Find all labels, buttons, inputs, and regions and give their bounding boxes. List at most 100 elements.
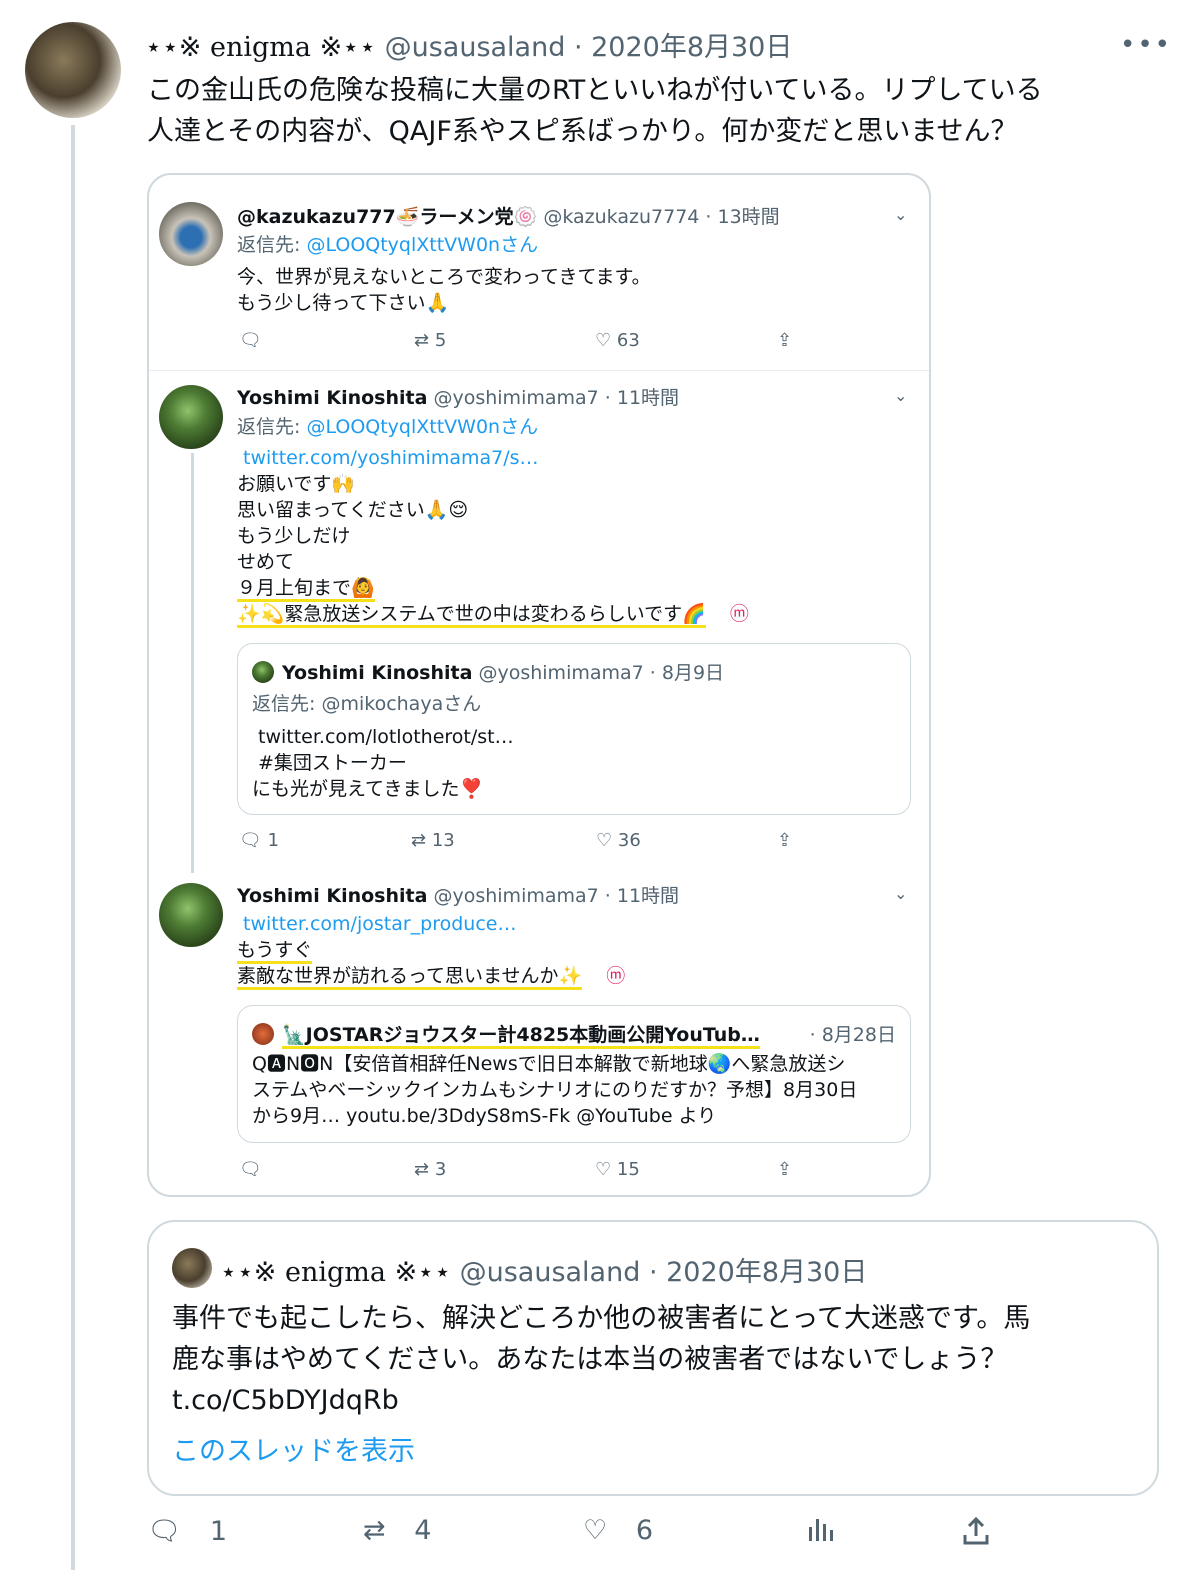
- reply-icon: 🗨: [239, 330, 262, 351]
- quote-reply-to: 返信先: @mikochayaさん: [252, 691, 481, 717]
- quote-handle: @yoshimimama7: [478, 662, 644, 684]
- tweet-actions: 🗨 1 ⇄ 4 ♡ 6: [0, 1515, 1178, 1565]
- quoted-text-line: 鹿な事はやめてください。あなたは本当の被害者ではないでしょう？: [172, 1344, 1008, 1375]
- retweet-icon: ⇄: [414, 330, 430, 351]
- share-icon: ⇪: [777, 330, 793, 351]
- heart-icon: ♡: [595, 1159, 612, 1180]
- thread-line: [191, 453, 194, 873]
- reply-text-line: 思い留まってください🙏😌: [237, 499, 469, 521]
- like-count-value: 36: [617, 830, 641, 851]
- reply-text-line-highlight: ９月上旬まで🙆: [237, 577, 375, 602]
- reply-text-line-highlight: もうすぐ: [237, 939, 313, 964]
- reply-to-handle: @LOOQtyqlXttVW0nさん: [306, 234, 539, 256]
- reply-to-prefix: 返信先:: [237, 234, 307, 256]
- chevron-down-icon: ⌄: [894, 386, 908, 405]
- quote-text-line: から9月… youtu.be/3DdyS8mS-Fk @YouTube より: [252, 1105, 717, 1127]
- heart-icon: ♡: [595, 330, 612, 351]
- analytics-icon: [809, 1519, 833, 1541]
- reply-text-line: せめて: [237, 551, 295, 573]
- like-count-value: 15: [616, 1159, 640, 1180]
- author-handle[interactable]: @usausaland: [385, 32, 566, 63]
- quote-text-line: #集団ストーカー: [258, 752, 407, 774]
- retweet-count-value: 5: [434, 330, 447, 351]
- retweet-count-value: 13: [431, 830, 455, 851]
- thread-line: [71, 125, 75, 1570]
- reply-to-handle: @LOOQtyqlXttVW0nさん: [306, 416, 539, 438]
- chevron-down-icon: ⌄: [894, 205, 908, 224]
- quote-author-name: Yoshimi Kinoshita: [282, 662, 473, 684]
- reply-icon: 🗨: [239, 830, 262, 851]
- reply-to: 返信先: @LOOQtyqlXttVW0nさん: [237, 232, 538, 258]
- retweet-icon: ⇄: [411, 830, 427, 851]
- quote-author-name: 🗽JOSTARジョウスター計4825本動画公開YouTub…: [282, 1024, 760, 1049]
- avatar[interactable]: [25, 22, 121, 118]
- share-icon: ⇪: [777, 1159, 793, 1180]
- quote-text: Q🅰N🅾N【安倍首相辞任Newsで旧日本解散で新地球🌏へ緊急放送シ ステムやベー…: [252, 1051, 857, 1129]
- share-icon: [963, 1516, 989, 1545]
- tweet-text-line: 人達とその内容が、QAJF系やスピ系ばっかり。何か変だと思いません？: [147, 116, 1018, 147]
- quote-text-line: Q🅰N🅾N【安倍首相辞任Newsで旧日本解散で新地球🌏へ緊急放送シ: [252, 1053, 846, 1075]
- m-badge-icon: ⓜ: [729, 603, 749, 625]
- share-icon: ⇪: [777, 830, 793, 851]
- like-button[interactable]: ♡ 6: [583, 1515, 653, 1546]
- quoted-tweet-text: 事件でも起こしたら、解決どころか他の被害者にとって大迷惑です。馬 鹿な事はやめて…: [172, 1298, 1147, 1421]
- reply-author-name-suffix: 🍜ラーメン党🍥: [395, 206, 538, 228]
- quote-header: Yoshimi Kinoshita @yoshimimama7 · 8月9日: [252, 658, 724, 685]
- reply-header: Yoshimi Kinoshita @yoshimimama7 · 11時間: [237, 383, 679, 410]
- like-count: ♡ 36: [596, 830, 641, 851]
- reply-count: 1: [209, 1516, 228, 1547]
- analytics-button[interactable]: [805, 1515, 835, 1552]
- retweet-count: ⇄ 13: [411, 830, 455, 851]
- m-badge-icon: ⓜ: [606, 965, 626, 987]
- retweet-icon: ⇄: [414, 1159, 430, 1180]
- divider: [149, 370, 929, 371]
- author-name[interactable]: ⋆⋆※ enigma ※⋆⋆: [145, 32, 376, 63]
- reply-count-value: 1: [267, 830, 280, 851]
- reply-header: @kazukazu777🍜ラーメン党🍥 @kazukazu7774 · 13時間: [237, 202, 780, 229]
- reply-link: twitter.com/yoshimimama7/s…: [243, 447, 539, 469]
- quoted-tweet-header: ⋆⋆※ enigma ※⋆⋆ @usausaland · 2020年8月30日: [220, 1250, 867, 1289]
- avatar: [172, 1248, 212, 1288]
- reply-text-line: もう少しだけ: [237, 525, 351, 547]
- reply-text-line: 今、世界が見えないところで変わってきてます。: [237, 266, 651, 288]
- reply-text: もうすぐ 素敵な世界が訪れるって思いませんか✨ ⓜ: [237, 937, 626, 990]
- retweet-count-value: 3: [434, 1159, 447, 1180]
- reply-text-line-highlight: ✨💫緊急放送システムで世の中は変わるらしいです🌈: [237, 603, 706, 628]
- show-thread-link[interactable]: このスレッドを表示: [172, 1429, 415, 1468]
- tweet-header: ⋆⋆※ enigma ※⋆⋆ @usausaland · 2020年8月30日: [145, 25, 792, 64]
- reply-text: 今、世界が見えないところで変わってきてます。 もう少し待って下さい🙏: [237, 264, 651, 316]
- reply-to-handle: @mikochayaさん: [321, 693, 482, 715]
- reply-text-line: もう少し待って下さい🙏: [237, 292, 450, 314]
- share-button[interactable]: [960, 1515, 992, 1554]
- tweet-date[interactable]: · 2020年8月30日: [574, 32, 792, 63]
- avatar: [159, 883, 223, 947]
- reply-handle: @kazukazu7774: [543, 206, 700, 228]
- quote-text: twitter.com/lotlotherot/st… #集団ストーカー にも光…: [252, 724, 514, 802]
- reply-to-prefix: 返信先:: [237, 416, 307, 438]
- quoted-date: · 2020年8月30日: [648, 1257, 868, 1288]
- tweet-text-line: この金山氏の危険な投稿に大量のRTといいねが付いている。リプしている: [147, 75, 1043, 106]
- reply-handle: @yoshimimama7: [433, 885, 599, 907]
- like-count: ♡ 63: [595, 330, 640, 351]
- reply-author-name: @kazukazu777: [237, 206, 396, 228]
- like-count-value: 63: [616, 330, 640, 351]
- reply-icon: 🗨: [147, 1516, 182, 1547]
- quote-date: · 8月28日: [809, 1024, 896, 1046]
- retweet-count: ⇄ 3: [414, 1159, 446, 1180]
- avatar: [252, 661, 274, 683]
- tweet-text: この金山氏の危険な投稿に大量のRTといいねが付いている。リプしている 人達とその…: [147, 70, 1157, 152]
- retweet-count: ⇄ 5: [414, 330, 446, 351]
- reply-button[interactable]: 🗨 1: [147, 1515, 227, 1547]
- embedded-screenshot[interactable]: @kazukazu777🍜ラーメン党🍥 @kazukazu7774 · 13時間…: [147, 173, 931, 1197]
- reply-text-line: お願いです🙌: [237, 473, 356, 495]
- quoted-text-link: t.co/C5bDYJdqRb: [172, 1385, 399, 1416]
- reply-time: · 11時間: [604, 885, 680, 907]
- reply-time: · 13時間: [705, 206, 780, 228]
- reply-text-line-highlight: 素敵な世界が訪れるって思いませんか✨: [237, 965, 583, 990]
- quote-header: 🗽JOSTARジョウスター計4825本動画公開YouTub… · 8月28日: [252, 1020, 902, 1049]
- heart-icon: ♡: [596, 830, 613, 851]
- more-options-icon[interactable]: •••: [1120, 30, 1172, 60]
- reply-text: お願いです🙌 思い留まってください🙏😌 もう少しだけ せめて ９月上旬まで🙆 ✨…: [237, 471, 749, 628]
- reply-icon: 🗨: [239, 1159, 262, 1180]
- retweet-button[interactable]: ⇄ 4: [363, 1515, 431, 1546]
